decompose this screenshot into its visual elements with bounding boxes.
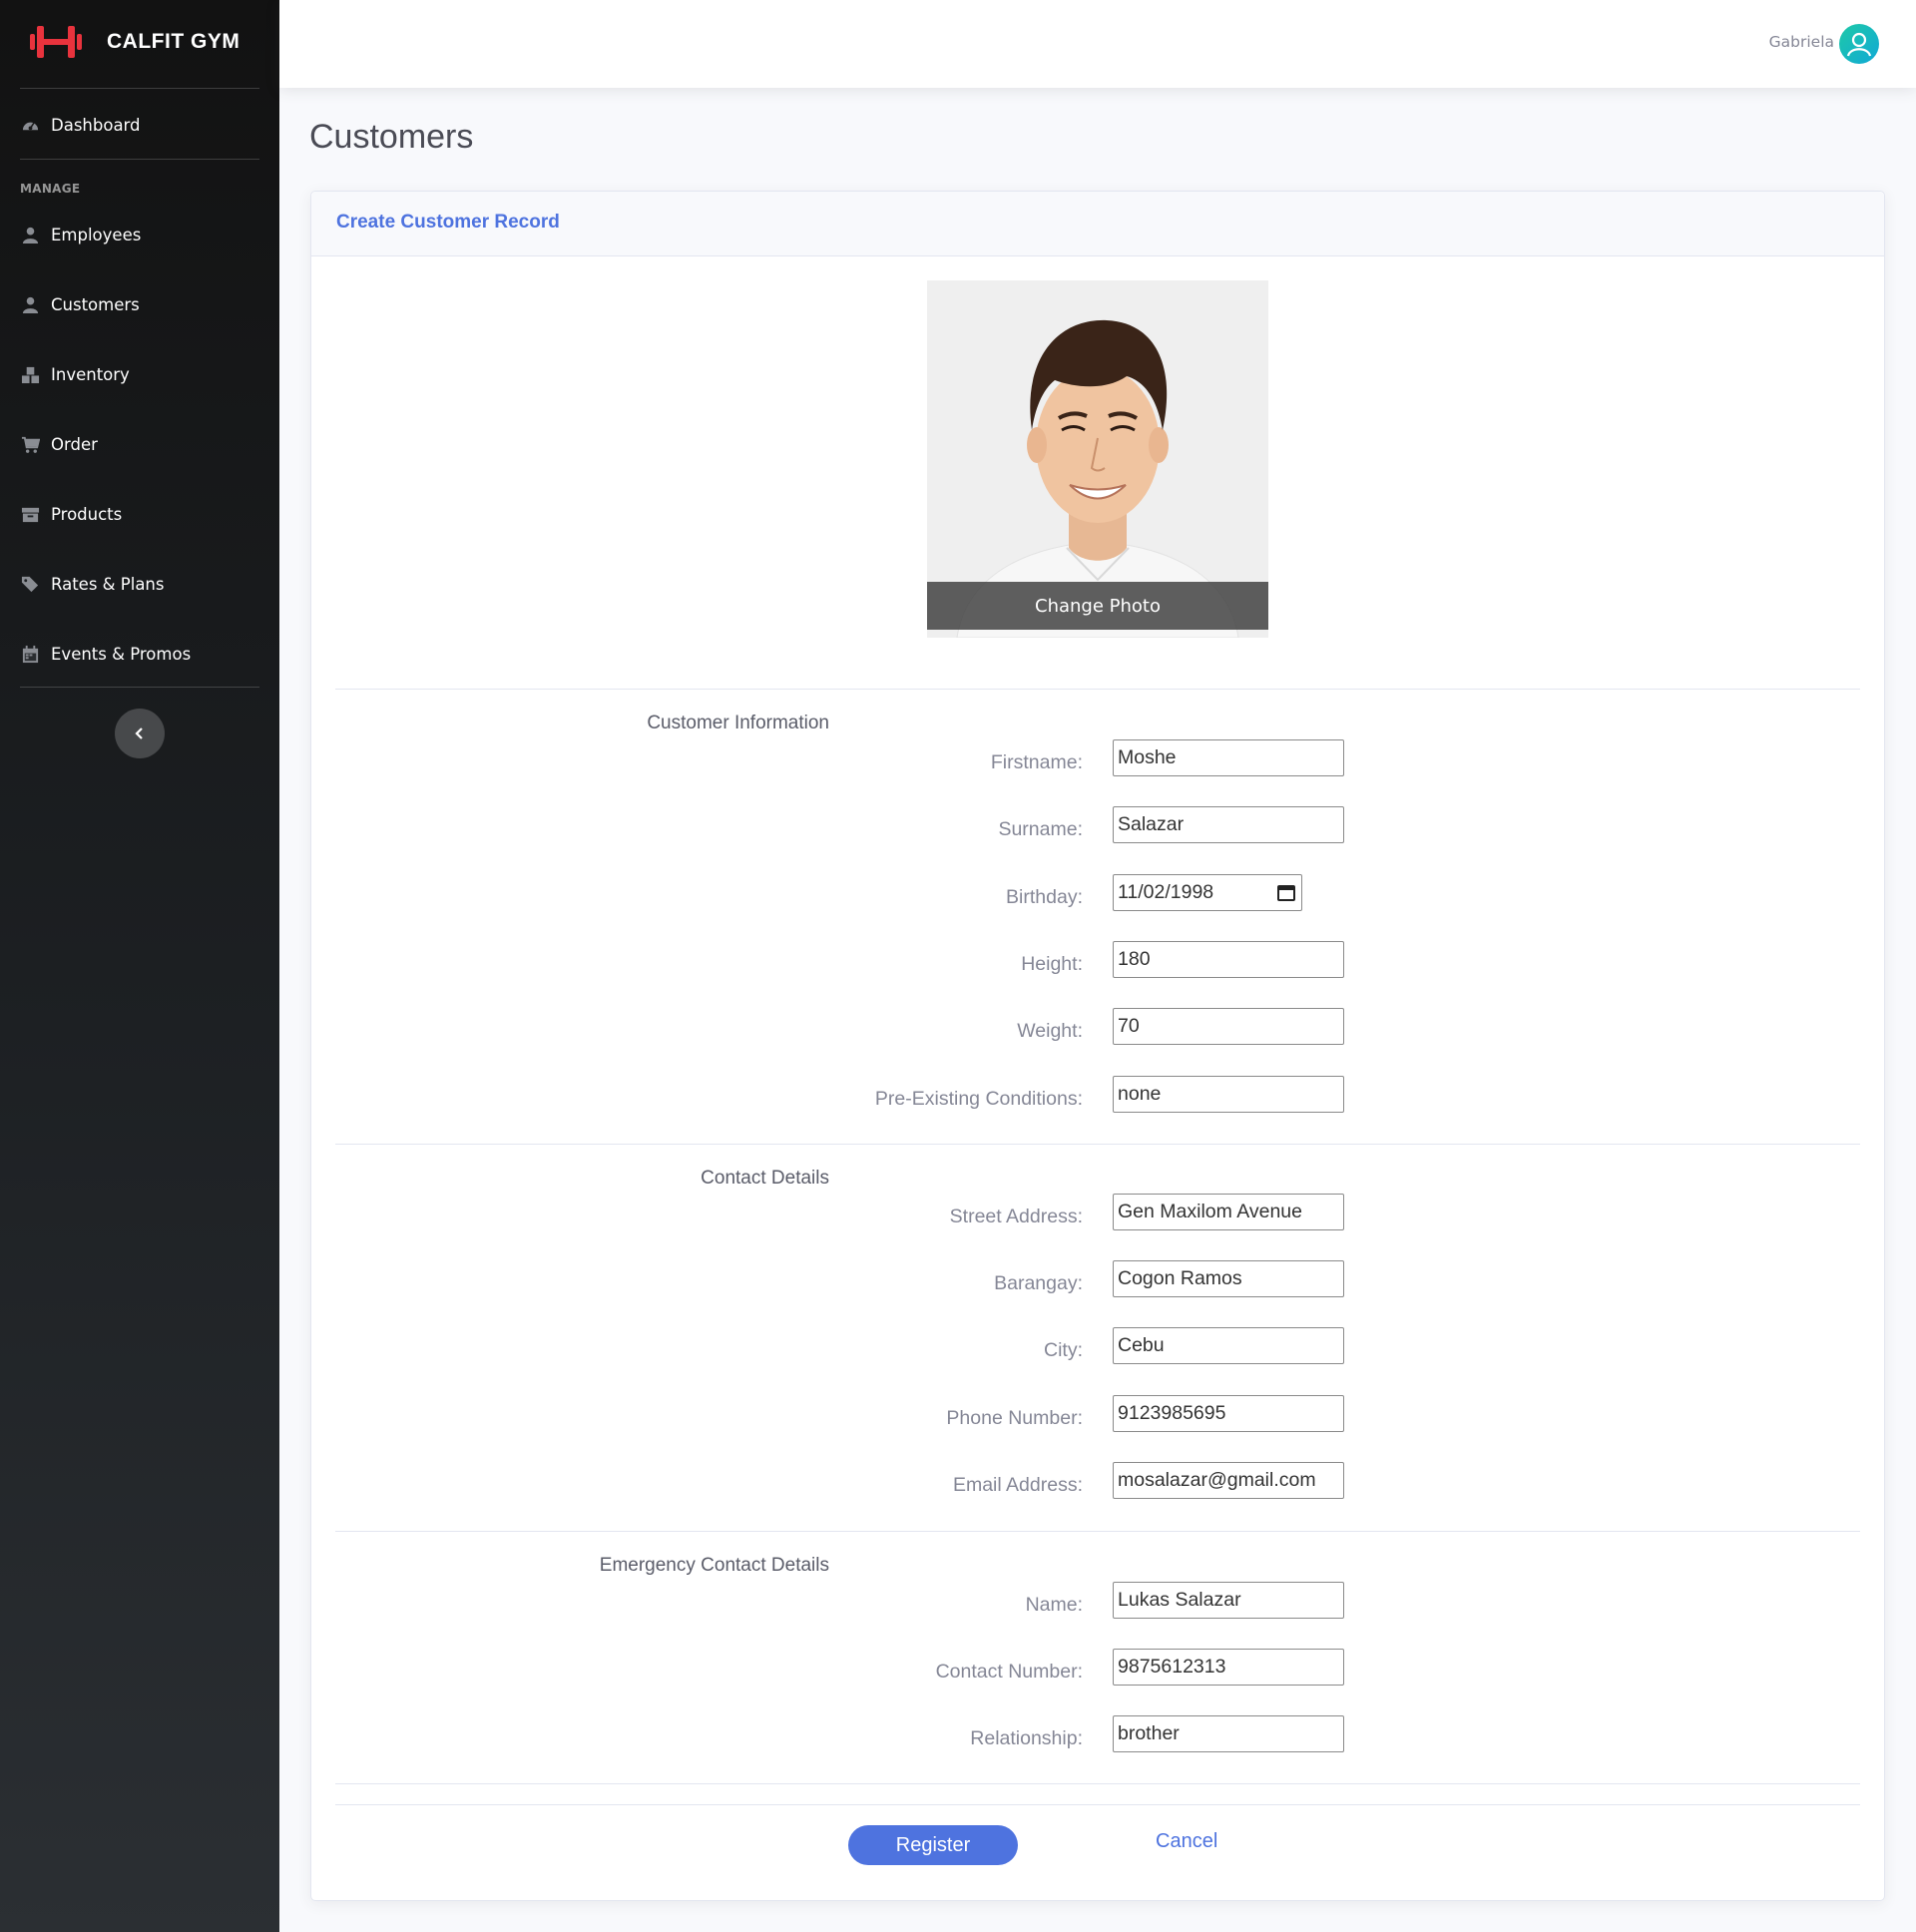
phone-number-input[interactable]: 9123985695 bbox=[1113, 1395, 1344, 1432]
calendar-icon[interactable] bbox=[1277, 883, 1295, 901]
sidebar-item-order[interactable]: Order bbox=[0, 424, 279, 464]
user-name[interactable]: Gabriela bbox=[1769, 33, 1834, 51]
sidebar-item-label: Rates & Plans bbox=[51, 574, 165, 594]
sidebar-item-products[interactable]: Products bbox=[0, 494, 279, 534]
section-divider bbox=[335, 1783, 1860, 1784]
email-address-label: Email Address: bbox=[952, 1474, 1083, 1496]
sidebar-item-label: Employees bbox=[51, 225, 142, 244]
user-icon bbox=[22, 296, 39, 313]
user-circle-icon bbox=[1846, 32, 1872, 57]
firstname-label: Firstname: bbox=[990, 751, 1083, 773]
sidebar-item-inventory[interactable]: Inventory bbox=[0, 354, 279, 394]
barangay-input[interactable]: Cogon Ramos bbox=[1113, 1260, 1344, 1297]
street-address-input[interactable]: Gen Maxilom Avenue bbox=[1113, 1194, 1344, 1230]
weight-label: Weight: bbox=[1017, 1020, 1083, 1042]
emergency-contact-number-label: Contact Number: bbox=[935, 1661, 1083, 1683]
firstname-input[interactable]: Moshe bbox=[1113, 739, 1344, 776]
sidebar-brand[interactable]: CALFIT GYM bbox=[0, 0, 279, 88]
sidebar-item-dashboard[interactable]: Dashboard bbox=[0, 105, 279, 145]
section-title-emergency-contact: Emergency Contact Details bbox=[599, 1555, 829, 1576]
sidebar-divider bbox=[20, 88, 259, 89]
section-title-customer-information: Customer Information bbox=[647, 713, 829, 733]
sidebar-toggle-button[interactable] bbox=[115, 709, 165, 758]
weight-input[interactable]: 70 bbox=[1113, 1008, 1344, 1045]
surname-label: Surname: bbox=[998, 818, 1083, 840]
height-input[interactable]: 180 bbox=[1113, 941, 1344, 978]
dumbbell-icon bbox=[30, 26, 82, 58]
emergency-contact-number-input[interactable]: 9875612313 bbox=[1113, 1649, 1344, 1686]
card-title: Create Customer Record bbox=[336, 212, 560, 233]
birthday-label: Birthday: bbox=[1006, 886, 1083, 908]
brand-name: CALFIT GYM bbox=[107, 30, 240, 53]
city-label: City: bbox=[1044, 1339, 1083, 1361]
emergency-name-input[interactable]: Lukas Salazar bbox=[1113, 1582, 1344, 1619]
sidebar: CALFIT GYM Dashboard MANAGE Employees Cu… bbox=[0, 0, 279, 1932]
topbar: Gabriela bbox=[279, 0, 1916, 88]
birthday-input[interactable]: 11/02/1998 bbox=[1113, 874, 1302, 911]
box-icon bbox=[21, 507, 40, 522]
sidebar-item-customers[interactable]: Customers bbox=[0, 284, 279, 324]
page-title: Customers bbox=[309, 118, 474, 156]
sidebar-item-label: Products bbox=[51, 504, 123, 524]
section-title-contact-details: Contact Details bbox=[701, 1168, 829, 1189]
sidebar-item-events-promos[interactable]: Events & Promos bbox=[0, 634, 279, 674]
section-divider bbox=[335, 689, 1860, 690]
sidebar-divider bbox=[20, 159, 259, 160]
sidebar-item-rates-plans[interactable]: Rates & Plans bbox=[0, 564, 279, 604]
conditions-input[interactable]: none bbox=[1113, 1076, 1344, 1113]
chevron-left-icon bbox=[135, 727, 143, 739]
surname-input[interactable]: Salazar bbox=[1113, 806, 1344, 843]
boxes-icon bbox=[21, 366, 40, 383]
sidebar-divider bbox=[20, 687, 259, 688]
relationship-input[interactable]: brother bbox=[1113, 1715, 1344, 1752]
tags-icon bbox=[21, 576, 39, 592]
sidebar-item-label: Dashboard bbox=[51, 115, 141, 135]
emergency-name-label: Name: bbox=[1025, 1594, 1083, 1616]
street-address-label: Street Address: bbox=[949, 1206, 1083, 1227]
avatar[interactable] bbox=[1839, 24, 1879, 64]
section-divider bbox=[335, 1531, 1860, 1532]
register-button[interactable]: Register bbox=[848, 1825, 1018, 1865]
email-address-input[interactable]: mosalazar@gmail.com bbox=[1113, 1462, 1344, 1499]
sidebar-heading: MANAGE bbox=[20, 182, 81, 196]
tachometer-icon bbox=[22, 121, 39, 130]
user-icon bbox=[22, 227, 39, 243]
cancel-button[interactable]: Cancel bbox=[1156, 1830, 1217, 1853]
birthday-value: 11/02/1998 bbox=[1118, 881, 1214, 903]
section-divider bbox=[335, 1804, 1860, 1805]
calendar-icon bbox=[22, 645, 39, 663]
height-label: Height: bbox=[1021, 953, 1083, 975]
city-input[interactable]: Cebu bbox=[1113, 1327, 1344, 1364]
sidebar-item-label: Events & Promos bbox=[51, 644, 192, 664]
section-divider bbox=[335, 1144, 1860, 1145]
conditions-label: Pre-Existing Conditions: bbox=[874, 1088, 1083, 1110]
sidebar-item-employees[interactable]: Employees bbox=[0, 215, 279, 254]
phone-number-label: Phone Number: bbox=[946, 1407, 1083, 1429]
relationship-label: Relationship: bbox=[970, 1727, 1083, 1749]
cart-icon bbox=[21, 436, 40, 453]
barangay-label: Barangay: bbox=[994, 1272, 1083, 1294]
card-header: Create Customer Record bbox=[311, 192, 1884, 256]
change-photo-button[interactable]: Change Photo bbox=[927, 582, 1268, 630]
sidebar-item-label: Order bbox=[51, 434, 98, 454]
sidebar-item-label: Customers bbox=[51, 294, 140, 314]
sidebar-item-label: Inventory bbox=[51, 364, 130, 384]
